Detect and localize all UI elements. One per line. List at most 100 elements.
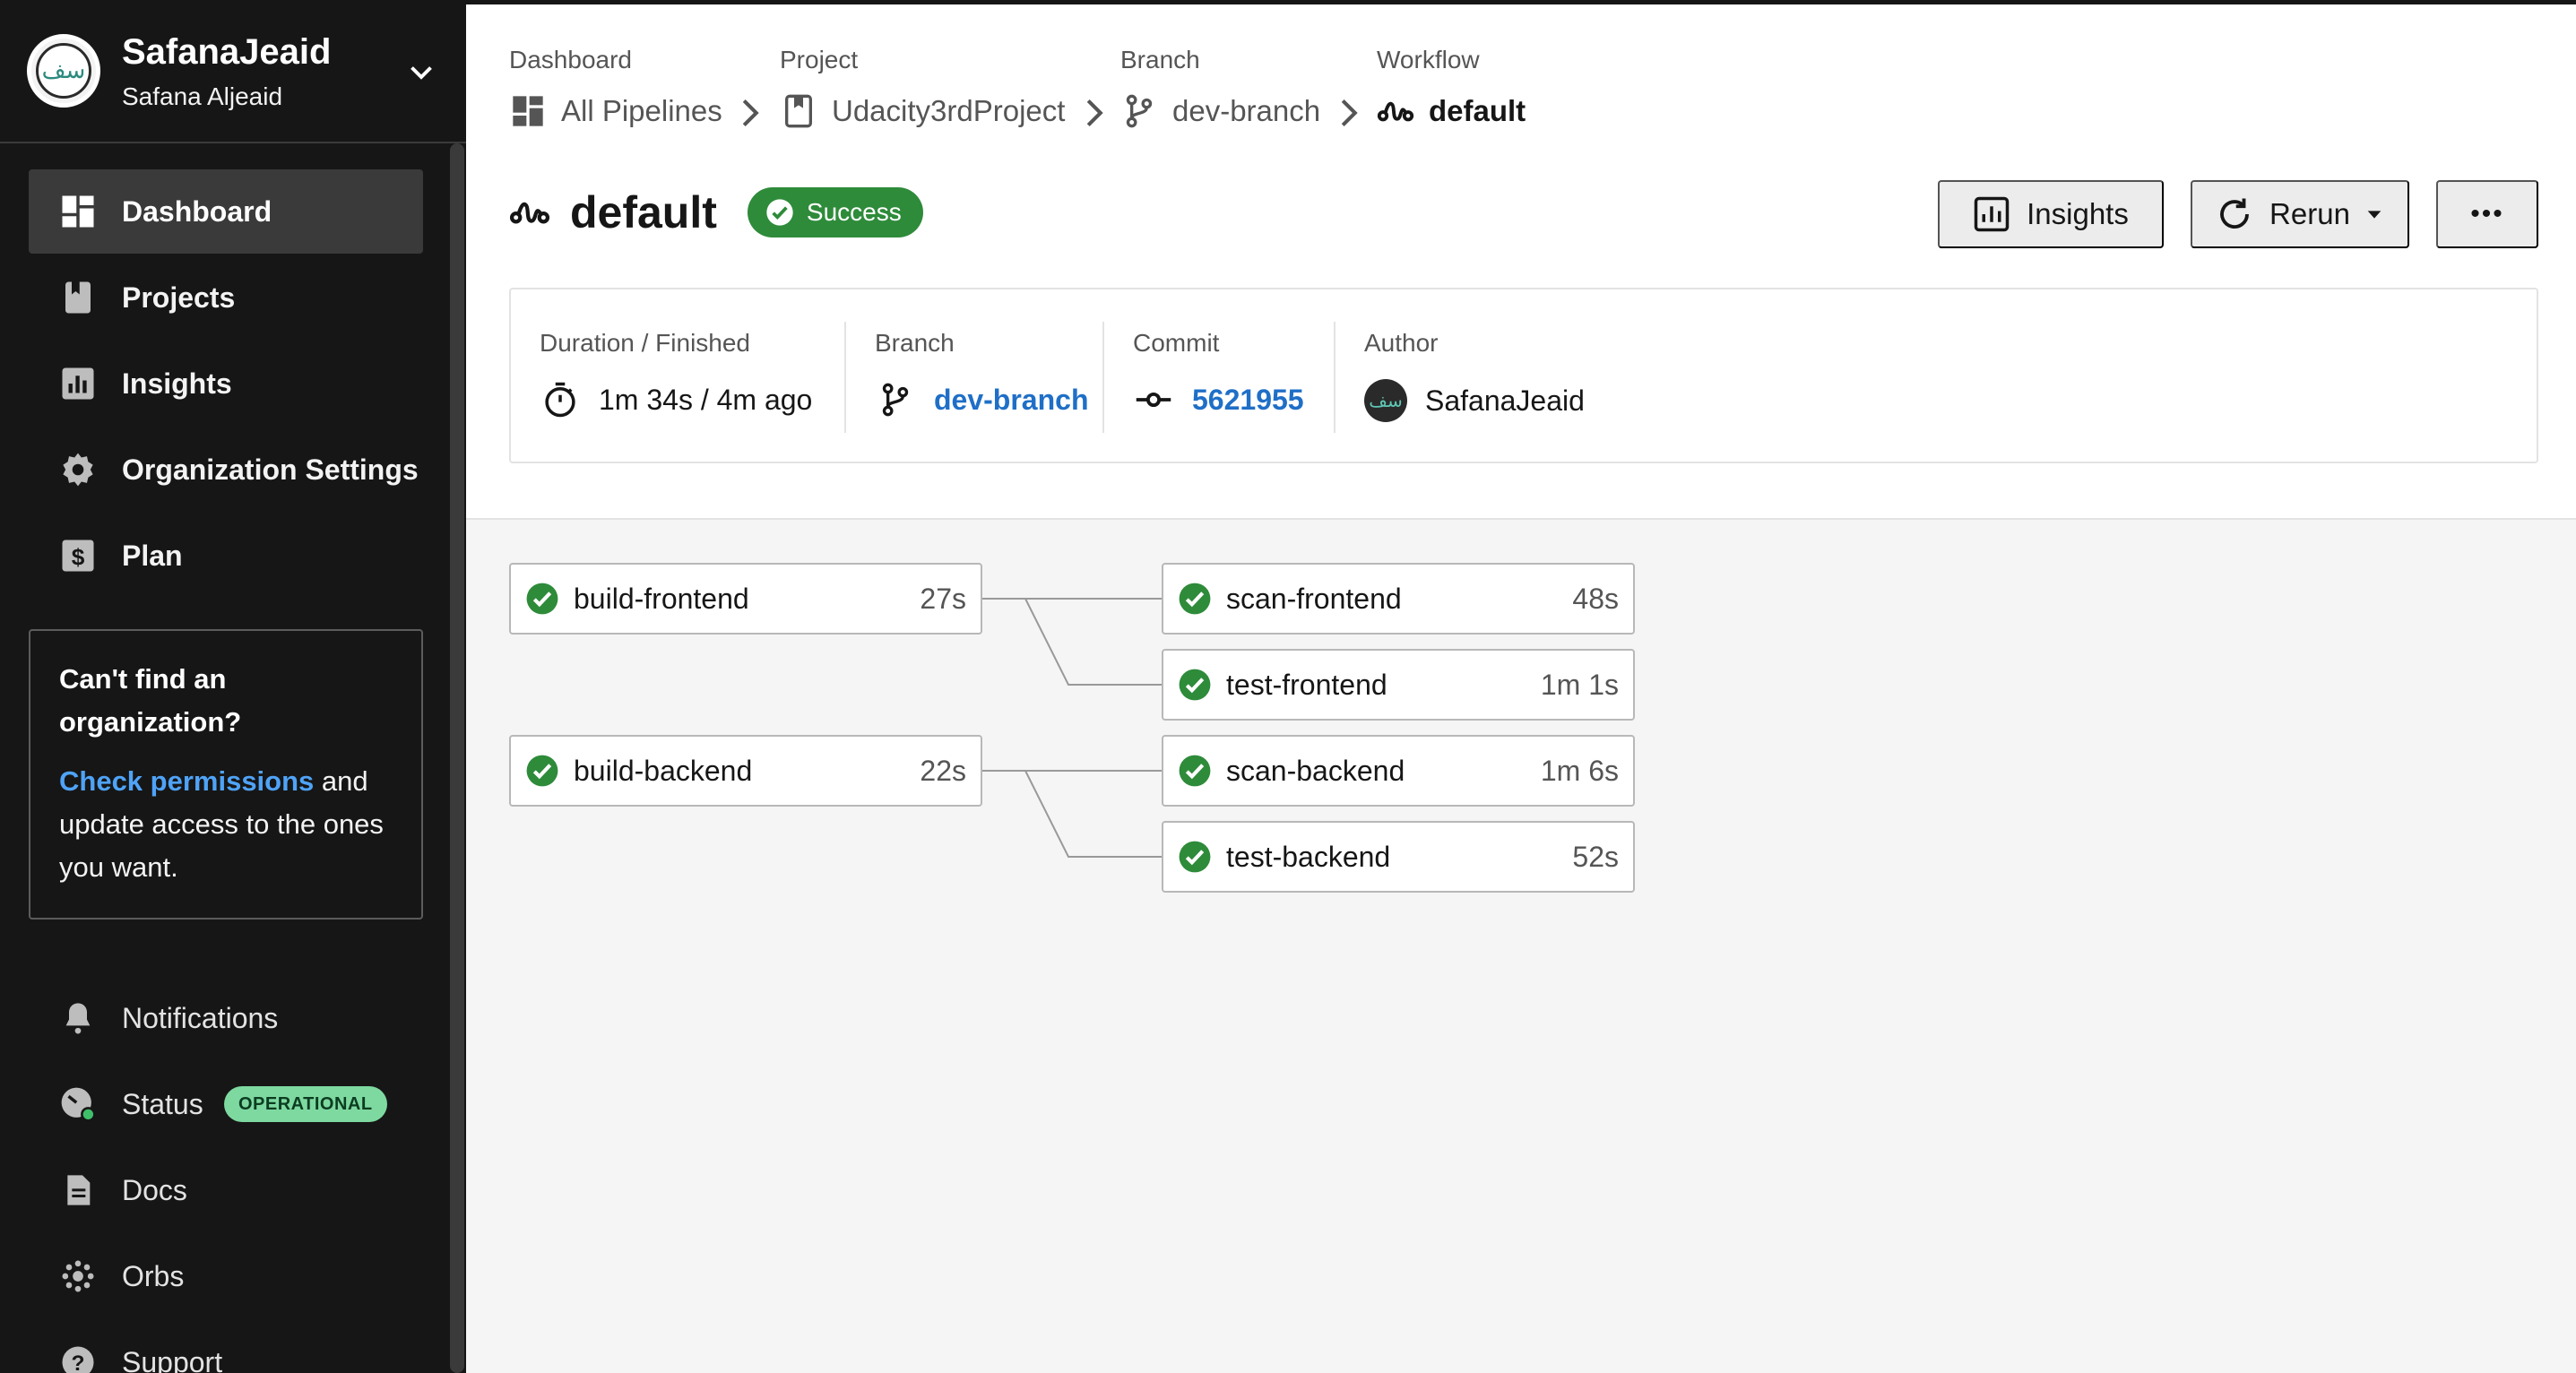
status-gauge-icon (59, 1085, 97, 1123)
commit-label: Commit (1133, 329, 1220, 357)
job-card-scan-frontend[interactable]: scan-frontend 48s (1162, 563, 1635, 635)
check-permissions-link[interactable]: Check permissions (59, 765, 314, 797)
pipelines-grid-icon (509, 92, 547, 130)
success-check-icon (1179, 841, 1211, 873)
workflow-graph: build-frontend 27s scan-frontend 48s tes… (466, 520, 2576, 1373)
success-check-icon (1179, 583, 1211, 615)
status-text: Success (806, 198, 902, 226)
org-avatar: سف (27, 34, 100, 108)
job-duration: 48s (1572, 582, 1619, 615)
org-logo-icon: سف (36, 43, 91, 99)
sidebar-item-label: Plan (122, 539, 183, 572)
branch-icon (875, 379, 916, 420)
rerun-button-label: Rerun (2269, 197, 2350, 230)
breadcrumb-workflow: Workflow default (1377, 46, 1526, 127)
sidebar-item-dashboard[interactable]: Dashboard (29, 169, 423, 254)
sidebar-item-orbs[interactable]: Orbs (29, 1240, 423, 1312)
sidebar-item-organization-settings[interactable]: Organization Settings (29, 427, 423, 512)
more-options-button[interactable]: ••• (2436, 180, 2538, 248)
chevron-right-icon (1341, 99, 1358, 127)
job-name: scan-backend (1226, 754, 1405, 787)
workflow-header: Dashboard All Pipelines Project Udacity3… (466, 4, 2576, 520)
rerun-button[interactable]: Rerun (2191, 180, 2409, 248)
bar-chart-icon (59, 365, 97, 402)
breadcrumb-project-link[interactable]: Udacity3rdProject (780, 92, 1065, 130)
author-section: Author سف SafanaJeaid (1336, 289, 1694, 465)
author-value: سف SafanaJeaid (1364, 379, 1585, 422)
document-icon (59, 1171, 97, 1209)
sidebar-item-notifications[interactable]: Notifications (29, 982, 423, 1054)
promo-title: Can't find an organization? (59, 663, 242, 738)
sidebar-item-docs[interactable]: Docs (29, 1154, 423, 1226)
chevron-right-icon (742, 99, 759, 127)
sidebar-item-label: Notifications (122, 1001, 279, 1034)
sidebar-item-plan[interactable]: $ Plan (29, 514, 423, 598)
job-dependency-lines (982, 598, 1162, 858)
job-duration: 1m 1s (1540, 668, 1619, 701)
job-card-test-frontend[interactable]: test-frontend 1m 1s (1162, 649, 1635, 721)
success-check-icon (526, 755, 558, 787)
breadcrumb-branch-link[interactable]: dev-branch (1120, 92, 1320, 130)
sidebar-item-label: Status (122, 1087, 203, 1120)
job-name: build-frontend (574, 582, 749, 615)
sidebar-item-label: Projects (122, 281, 236, 314)
gear-icon (59, 451, 97, 488)
org-name: SafanaJeaid (122, 32, 332, 72)
success-check-icon (1179, 669, 1211, 701)
job-card-scan-backend[interactable]: scan-backend 1m 6s (1162, 735, 1635, 807)
job-name: test-frontend (1226, 668, 1387, 701)
check-circle-icon (766, 199, 793, 226)
breadcrumb-value: dev-branch (1172, 94, 1321, 127)
bookmark-icon (59, 279, 97, 316)
project-bookmark-icon (780, 92, 817, 130)
sidebar-item-insights[interactable]: Insights (29, 341, 423, 426)
duration-text: 1m 34s / 4m ago (599, 383, 813, 416)
org-switcher[interactable]: سف SafanaJeaid Safana Aljeaid (0, 0, 466, 143)
avatar: سف (1364, 379, 1407, 422)
breadcrumb-all-pipelines-link[interactable]: All Pipelines (509, 92, 722, 130)
job-duration: 52s (1572, 840, 1619, 873)
pipeline-metadata-card: Duration / Finished 1m 34s / 4m ago Bran… (509, 288, 2538, 463)
commit-value: 5621955 (1133, 379, 1304, 420)
status-badge: Success (747, 187, 923, 237)
bar-chart-icon (1974, 196, 2010, 232)
sidebar-item-label: Organization Settings (122, 453, 419, 486)
job-name: test-backend (1226, 840, 1391, 873)
chevron-down-icon[interactable] (405, 56, 437, 88)
sidebar: سف SafanaJeaid Safana Aljeaid Dashboard … (0, 0, 466, 1373)
sidebar-item-label: Dashboard (122, 194, 272, 228)
branch-label: Branch (875, 329, 955, 357)
dependency-line (982, 598, 1162, 686)
breadcrumb-label: Dashboard (509, 46, 632, 73)
sidebar-item-label: Docs (122, 1173, 187, 1206)
job-card-test-backend[interactable]: test-backend 52s (1162, 821, 1635, 893)
commit-section: Commit 5621955 (1104, 289, 1334, 465)
job-card-build-backend[interactable]: build-backend 22s (509, 735, 982, 807)
help-icon: ? (59, 1343, 97, 1373)
commit-link[interactable]: 5621955 (1192, 384, 1304, 417)
sidebar-item-projects[interactable]: Projects (29, 255, 423, 340)
job-duration: 27s (920, 582, 966, 615)
job-duration: 1m 6s (1540, 754, 1619, 787)
insights-button[interactable]: Insights (1938, 180, 2164, 248)
branch-icon (1120, 92, 1158, 130)
breadcrumb-label: Project (780, 46, 859, 73)
branch-link[interactable]: dev-branch (934, 384, 1088, 417)
svg-text:$: $ (72, 544, 85, 571)
duration-section: Duration / Finished 1m 34s / 4m ago (511, 289, 844, 465)
sidebar-item-support[interactable]: ? Support (29, 1326, 423, 1373)
breadcrumb-label: Workflow (1377, 46, 1480, 73)
breadcrumb-dashboard: Dashboard All Pipelines (509, 46, 722, 127)
success-check-icon (526, 583, 558, 615)
sidebar-scrollbar[interactable] (450, 143, 464, 1373)
job-duration: 22s (920, 754, 966, 787)
main-content: Dashboard All Pipelines Project Udacity3… (466, 0, 2576, 1373)
breadcrumb-branch: Branch dev-branch (1120, 46, 1320, 128)
org-user-name: Safana Aljeaid (122, 82, 283, 110)
sidebar-item-status[interactable]: Status OPERATIONAL (29, 1068, 423, 1140)
insights-button-label: Insights (2027, 197, 2129, 230)
branch-section: Branch dev-branch (846, 289, 1102, 465)
author-label: Author (1364, 329, 1439, 357)
job-name: build-backend (574, 754, 753, 787)
job-card-build-frontend[interactable]: build-frontend 27s (509, 563, 982, 635)
